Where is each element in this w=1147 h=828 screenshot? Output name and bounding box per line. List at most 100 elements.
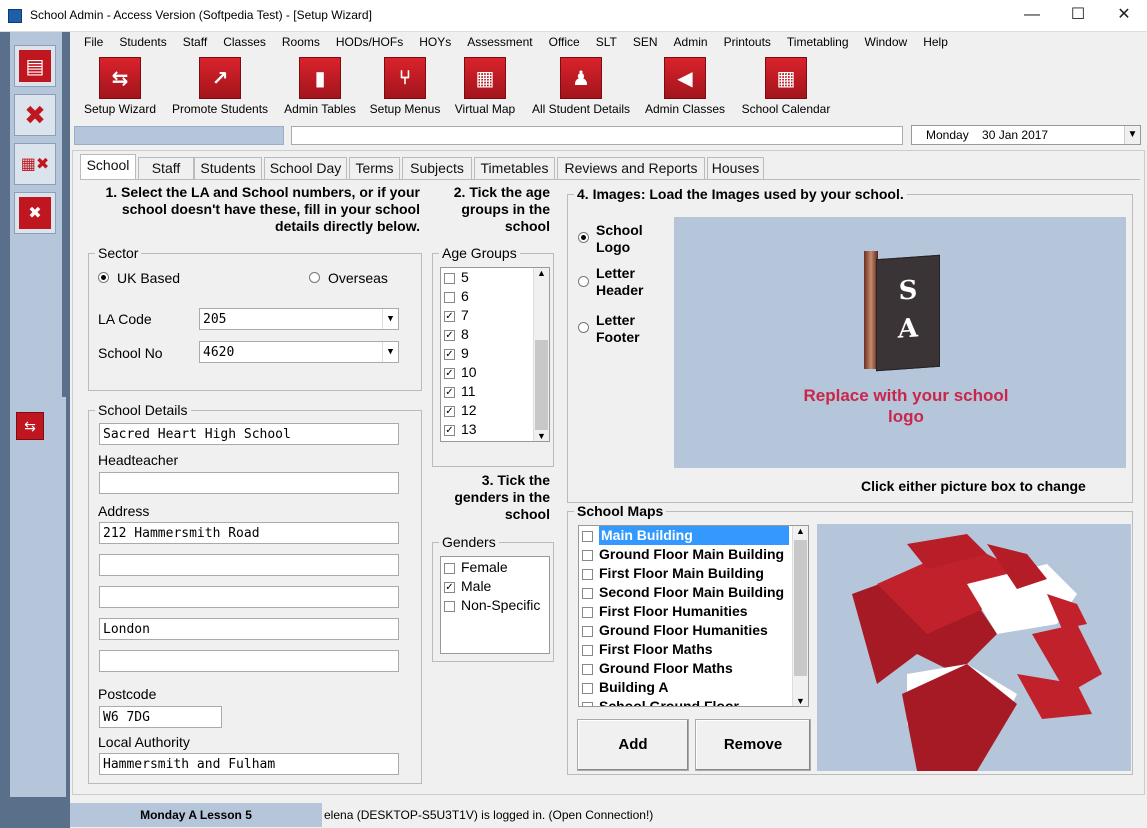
address-line1-field[interactable]: 212 Hammersmith Road	[99, 522, 399, 544]
age-groups-list[interactable]: 5 6 ✓ 7 ✓ 8 ✓ 9 ✓ 10 ✓ 11 ✓ 12 ✓ 13 ▲ ▼	[440, 267, 550, 442]
menu-window[interactable]: Window	[858, 32, 915, 52]
tab-students[interactable]: Students	[194, 157, 262, 179]
age-7-checkbox[interactable]: ✓	[444, 310, 455, 322]
menu-classes[interactable]: Classes	[216, 32, 273, 52]
menu-rooms[interactable]: Rooms	[275, 32, 327, 52]
postcode-field[interactable]: W6 7DG	[99, 706, 222, 728]
maps-scrollbar[interactable]: ▲ ▼	[792, 526, 808, 706]
menu-file[interactable]: File	[77, 32, 110, 52]
age-12-checkbox[interactable]: ✓	[444, 405, 455, 417]
promote-students-button[interactable]: ↗ Promote Students	[168, 57, 272, 116]
tab-staff[interactable]: Staff	[138, 157, 194, 179]
letter-header-radio[interactable]	[578, 276, 589, 287]
list-item[interactable]: Female	[441, 558, 549, 577]
list-item[interactable]: Non-Specific	[441, 596, 549, 615]
maximize-button[interactable]: ☐	[1055, 0, 1101, 32]
admin-classes-button[interactable]: ◀ Admin Classes	[642, 57, 728, 116]
tab-reviews-reports[interactable]: Reviews and Reports	[557, 157, 705, 179]
map-item[interactable]: School Ground Floor	[579, 697, 808, 706]
age-11-checkbox[interactable]: ✓	[444, 386, 455, 398]
school-calendar-button[interactable]: ▦ School Calendar	[736, 57, 836, 116]
admin-tables-button[interactable]: ▮ Admin Tables	[280, 57, 360, 116]
address-line5-field[interactable]	[99, 650, 399, 672]
school-maps-list[interactable]: Main Building Ground Floor Main Building…	[578, 525, 809, 707]
genders-list[interactable]: Female ✓ Male Non-Specific	[440, 556, 550, 654]
map-item[interactable]: Ground Floor Humanities	[579, 621, 808, 640]
menu-students[interactable]: Students	[112, 32, 173, 52]
age-8-checkbox[interactable]: ✓	[444, 329, 455, 341]
scroll-thumb[interactable]	[535, 340, 548, 430]
tab-timetables[interactable]: Timetables	[474, 157, 555, 179]
uk-based-radio[interactable]	[98, 272, 109, 283]
female-checkbox[interactable]	[444, 562, 455, 574]
menu-admin[interactable]: Admin	[667, 32, 715, 52]
menu-assessment[interactable]: Assessment	[460, 32, 539, 52]
tab-school[interactable]: School	[80, 154, 136, 179]
male-checkbox[interactable]: ✓	[444, 581, 455, 593]
close-button[interactable]: ✕	[1101, 0, 1147, 32]
chevron-down-icon[interactable]: ▼	[1124, 126, 1140, 144]
age-6-checkbox[interactable]	[444, 291, 455, 303]
age-13-checkbox[interactable]: ✓	[444, 424, 455, 436]
la-code-select[interactable]: 205 ▼	[199, 308, 399, 330]
map-item[interactable]: Ground Floor Main Building	[579, 545, 808, 564]
menu-hoys[interactable]: HOYs	[412, 32, 458, 52]
setup-wizard-button[interactable]: ⇆ Setup Wizard	[80, 57, 160, 116]
chevron-down-icon[interactable]: ▼	[534, 431, 549, 441]
menu-printouts[interactable]: Printouts	[717, 32, 778, 52]
letter-footer-radio[interactable]	[578, 322, 589, 333]
add-map-button[interactable]: Add	[577, 719, 689, 771]
chevron-down-icon[interactable]: ▼	[382, 309, 398, 329]
address-line2-field[interactable]	[99, 554, 399, 576]
menu-slt[interactable]: SLT	[589, 32, 624, 52]
all-student-details-button[interactable]: ♟ All Student Details	[526, 57, 636, 116]
menu-hods[interactable]: HODs/HOFs	[329, 32, 410, 52]
tab-school-day[interactable]: School Day	[264, 157, 347, 179]
map-item[interactable]: First Floor Humanities	[579, 602, 808, 621]
virtual-map-button[interactable]: ▦ Virtual Map	[450, 57, 520, 116]
menu-staff[interactable]: Staff	[176, 32, 214, 52]
map-item-main-building[interactable]: Main Building	[579, 526, 808, 545]
logo-picture-box[interactable]: S A Replace with your school logo	[674, 217, 1126, 468]
exit-button[interactable]: ✖	[14, 192, 56, 234]
chevron-up-icon[interactable]: ▲	[534, 268, 549, 278]
menu-sen[interactable]: SEN	[626, 32, 665, 52]
tab-terms[interactable]: Terms	[349, 157, 400, 179]
chevron-down-icon[interactable]: ▼	[793, 696, 808, 706]
age-5-checkbox[interactable]	[444, 272, 455, 284]
map-item[interactable]: First Floor Maths	[579, 640, 808, 659]
age-10-checkbox[interactable]: ✓	[444, 367, 455, 379]
address-line3-field[interactable]	[99, 586, 399, 608]
map-item[interactable]: Second Floor Main Building	[579, 583, 808, 602]
map-picture-box[interactable]	[817, 524, 1131, 771]
id-card-button[interactable]: ▤	[14, 45, 56, 87]
map-item[interactable]: First Floor Main Building	[579, 564, 808, 583]
address-line4-field[interactable]: London	[99, 618, 399, 640]
close-all-button[interactable]: ▦✖	[14, 143, 56, 185]
menu-office[interactable]: Office	[542, 32, 587, 52]
scroll-thumb[interactable]	[794, 540, 807, 676]
school-no-select[interactable]: 4620 ▼	[199, 341, 399, 363]
signpost-icon[interactable]: ⇆	[16, 412, 44, 440]
minimize-button[interactable]: —	[1009, 0, 1055, 32]
local-authority-field[interactable]: Hammersmith and Fulham	[99, 753, 399, 775]
tab-houses[interactable]: Houses	[707, 157, 764, 179]
chevron-up-icon[interactable]: ▲	[793, 526, 808, 536]
map-item[interactable]: Building A	[579, 678, 808, 697]
list-item[interactable]: ✓ Male	[441, 577, 549, 596]
info-field[interactable]	[291, 126, 903, 145]
menu-help[interactable]: Help	[916, 32, 955, 52]
school-logo-radio[interactable]	[578, 232, 589, 243]
headteacher-field[interactable]	[99, 472, 399, 494]
remove-map-button[interactable]: Remove	[695, 719, 811, 771]
age-groups-scrollbar[interactable]: ▲ ▼	[533, 268, 549, 441]
date-select[interactable]: Monday 30 Jan 2017 ▼	[911, 125, 1141, 145]
age-9-checkbox[interactable]: ✓	[444, 348, 455, 360]
close-form-button[interactable]: ✖	[14, 94, 56, 136]
menu-timetabling[interactable]: Timetabling	[780, 32, 856, 52]
setup-menus-button[interactable]: ⑂ Setup Menus	[367, 57, 443, 116]
map-item[interactable]: Ground Floor Maths	[579, 659, 808, 678]
tab-subjects[interactable]: Subjects	[402, 157, 472, 179]
school-name-field[interactable]: Sacred Heart High School	[99, 423, 399, 445]
non-specific-checkbox[interactable]	[444, 600, 455, 612]
